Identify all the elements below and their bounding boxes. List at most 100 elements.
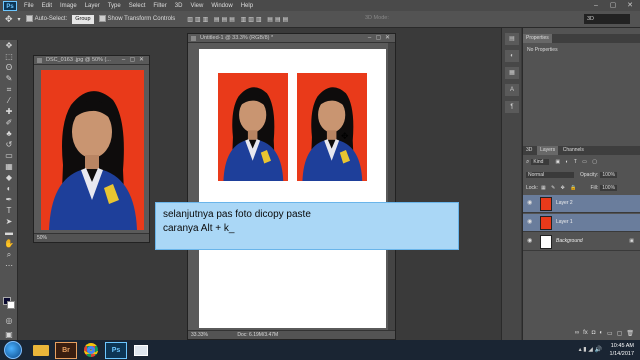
new-group-icon[interactable]: ▭ <box>607 330 613 337</box>
menu-type[interactable]: Type <box>104 3 125 9</box>
screen-mode-icon[interactable]: ▣ <box>3 330 15 340</box>
zoom-level-main[interactable]: 33.33% <box>191 332 208 338</box>
zoom-tool-icon[interactable]: ⌕ <box>3 250 15 260</box>
quick-select-tool-icon[interactable]: ✎ <box>3 74 15 84</box>
type-tool-icon[interactable]: T <box>3 206 15 216</box>
menu-image[interactable]: Image <box>56 3 81 9</box>
canvas-white[interactable]: ✥ <box>199 49 386 328</box>
layer-style-icon[interactable]: fx <box>583 330 588 336</box>
taskbar-clock[interactable]: 10:45 AM 1/14/2017 <box>610 342 634 358</box>
taskbar-explorer[interactable] <box>30 342 52 359</box>
adjustment-layer-icon[interactable]: ◐ <box>599 330 603 336</box>
opacity-value[interactable]: 100% <box>600 172 618 178</box>
lasso-tool-icon[interactable]: ʘ <box>3 63 15 73</box>
minimize-doc-button[interactable]: – <box>365 34 374 43</box>
eraser-tool-icon[interactable]: ▭ <box>3 151 15 161</box>
tab-channels[interactable]: Channels <box>560 146 587 155</box>
taskbar-photoshop[interactable]: Ps <box>105 341 127 359</box>
healing-tool-icon[interactable]: ✚ <box>3 107 15 117</box>
pen-tool-icon[interactable]: ✒ <box>3 195 15 205</box>
document-tab-small[interactable]: DSC_0163 .jpg @ 50% (... – ▢ ✕ <box>34 56 149 65</box>
layer-row-layer-2[interactable]: ◉ Layer 2 <box>523 195 640 213</box>
visibility-eye-icon[interactable]: ◉ <box>527 238 534 244</box>
adjustments-panel-icon[interactable]: ◐ <box>505 50 519 62</box>
workspace-dropdown[interactable]: 3D <box>584 14 630 24</box>
show-transform-checkbox[interactable] <box>98 15 106 23</box>
hand-tool-icon[interactable]: ✋ <box>3 239 15 249</box>
align-icons[interactable]: ▥▥▥ ▤▤▤ ▥▥▥ ▤▤▤ <box>187 16 290 23</box>
zoom-level-small[interactable]: 50% <box>37 235 47 241</box>
layer-filter-dropdown[interactable]: Kind <box>531 159 550 165</box>
maximize-doc-button[interactable]: ▢ <box>128 56 137 65</box>
visibility-eye-icon[interactable]: ◉ <box>527 219 534 225</box>
auto-select-dropdown[interactable]: Group <box>72 14 94 24</box>
brush-tool-icon[interactable]: ✐ <box>3 118 15 128</box>
maximize-button[interactable]: ▢ <box>605 1 621 10</box>
minimize-doc-button[interactable]: – <box>119 56 128 65</box>
gradient-tool-icon[interactable]: ▦ <box>3 162 15 172</box>
maximize-doc-button[interactable]: ▢ <box>374 34 383 43</box>
move-tool-icon[interactable]: ✥ <box>5 14 13 25</box>
menu-select[interactable]: Select <box>125 3 150 9</box>
fill-value[interactable]: 100% <box>600 185 618 191</box>
visibility-eye-icon[interactable]: ◉ <box>527 200 534 206</box>
link-layers-icon[interactable]: ∞ <box>575 330 579 336</box>
move-tool-icon[interactable]: ✥ <box>3 41 15 51</box>
taskbar-bridge[interactable]: Br <box>55 341 77 359</box>
clone-stamp-tool-icon[interactable]: ♣ <box>3 129 15 139</box>
character-panel-icon[interactable]: A <box>505 84 519 96</box>
tab-layers[interactable]: Layers <box>537 146 559 155</box>
delete-layer-icon[interactable]: 🗑 <box>626 330 634 337</box>
blend-mode-dropdown[interactable]: Normal <box>526 172 574 178</box>
blur-tool-icon[interactable]: ◆ <box>3 173 15 183</box>
layer-name[interactable]: Background <box>556 238 583 244</box>
history-brush-tool-icon[interactable]: ↺ <box>3 140 15 150</box>
menu-3d[interactable]: 3D <box>171 3 187 9</box>
no-properties-text: No Properties <box>527 47 558 53</box>
background-color-swatch[interactable] <box>7 301 15 309</box>
path-select-tool-icon[interactable]: ➤ <box>3 217 15 227</box>
add-mask-icon[interactable]: ◘ <box>592 330 596 336</box>
lock-icons[interactable]: ▦ ✎ ✥ 🔒 <box>541 185 579 191</box>
menu-edit[interactable]: Edit <box>38 3 56 9</box>
layer-name[interactable]: Layer 2 <box>556 200 573 206</box>
layer-name[interactable]: Layer 1 <box>556 219 573 225</box>
taskbar-chrome[interactable] <box>80 342 102 359</box>
menu-layer[interactable]: Layer <box>81 3 104 9</box>
menu-window[interactable]: Window <box>207 3 236 9</box>
swatches-panel-icon[interactable]: ▦ <box>505 67 519 79</box>
eyedropper-tool-icon[interactable]: ⁄ <box>3 96 15 106</box>
taskbar-window[interactable] <box>130 342 152 359</box>
menu-help[interactable]: Help <box>237 3 257 9</box>
system-tray-icons[interactable]: ▴ ▮ ◢ 🔊 <box>579 346 602 353</box>
vertical-scrollbar[interactable] <box>388 43 395 330</box>
crop-tool-icon[interactable]: ⌗ <box>3 85 15 95</box>
shape-tool-icon[interactable]: ▬ <box>3 228 15 238</box>
document-tab-main[interactable]: Untitled-1 @ 33.3% (RGB/8) * – ▢ ✕ <box>188 34 395 43</box>
paragraph-panel-icon[interactable]: ¶ <box>505 101 519 113</box>
close-button[interactable]: ✕ <box>622 1 638 10</box>
close-doc-button[interactable]: ✕ <box>383 34 392 43</box>
auto-select-checkbox[interactable] <box>25 15 33 23</box>
marquee-tool-icon[interactable]: ⬚ <box>3 52 15 62</box>
tab-properties[interactable]: Properties <box>523 34 552 43</box>
layer-row-layer-1[interactable]: ◉ Layer 1 <box>523 214 640 232</box>
quick-mask-icon[interactable]: ◎ <box>3 316 15 326</box>
filter-search-icon[interactable]: ⌕ <box>526 159 529 166</box>
more-tools-icon[interactable]: ⋯ <box>3 261 15 271</box>
tool-preset-dropdown[interactable]: ▾ <box>18 16 21 23</box>
start-button[interactable] <box>4 341 22 359</box>
history-panel-icon[interactable]: ▤ <box>505 33 519 45</box>
tab-3d[interactable]: 3D <box>523 146 535 155</box>
portrait-image <box>218 73 288 181</box>
caption-overlay: selanjutnya pas foto dicopy paste carany… <box>155 202 459 250</box>
layer-row-background[interactable]: ◉ Background ▣ <box>523 233 640 251</box>
menu-filter[interactable]: Filter <box>149 3 170 9</box>
new-layer-icon[interactable]: ▢ <box>617 330 623 337</box>
minimize-button[interactable]: – <box>588 1 604 10</box>
close-doc-button[interactable]: ✕ <box>137 56 146 65</box>
menu-view[interactable]: View <box>186 3 207 9</box>
dodge-tool-icon[interactable]: ◐ <box>3 184 15 194</box>
filter-type-icons[interactable]: ▣ ◐ T ▭ ▢ <box>555 159 599 165</box>
menu-file[interactable]: File <box>20 3 38 9</box>
